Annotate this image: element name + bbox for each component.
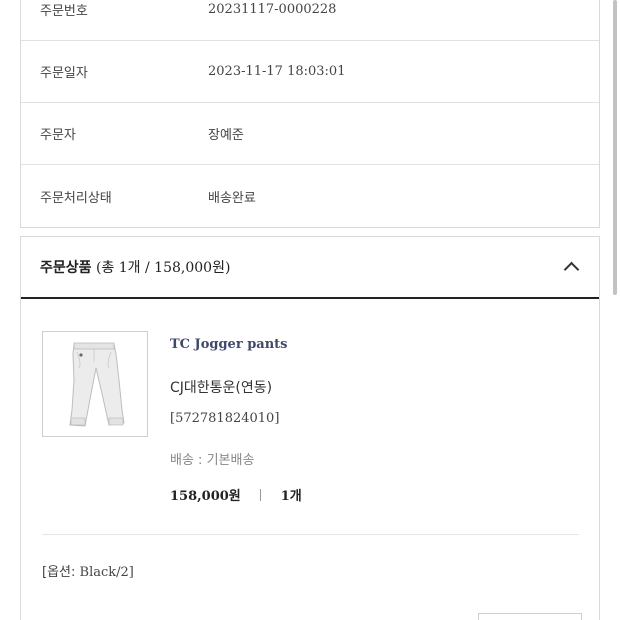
product-option: [옵션: Black/2] bbox=[42, 561, 134, 580]
option-value: Black/2] bbox=[79, 565, 134, 580]
tracking-number-link[interactable]: [572781824010] bbox=[170, 411, 279, 426]
order-status-row: 주문처리상태 배송완료 bbox=[21, 165, 599, 227]
ordered-products-header[interactable]: 주문상품 (총 1개 / 158,000원) bbox=[21, 237, 599, 299]
price-quantity-line: 158,000원 1개 bbox=[170, 485, 302, 504]
jogger-pants-image[interactable] bbox=[42, 331, 148, 437]
orderer-value: 장예준 bbox=[208, 128, 244, 143]
order-status-value: 배송완료 bbox=[208, 190, 256, 206]
order-info-table: 주문번호 20231117-0000228 주문일자 2023-11-17 18… bbox=[20, 0, 600, 228]
order-date-row: 주문일자 2023-11-17 18:03:01 bbox=[21, 41, 599, 103]
order-date-value: 2023-11-17 18:03:01 bbox=[208, 64, 346, 79]
product-name-link[interactable]: TC Jogger pants bbox=[170, 337, 287, 352]
item-divider bbox=[42, 534, 579, 535]
order-number-value: 20231117-0000228 bbox=[208, 2, 337, 17]
order-number-label: 주문번호 bbox=[40, 4, 88, 19]
orderer-label: 주문자 bbox=[40, 128, 76, 143]
price-separator bbox=[259, 488, 261, 501]
products-summary: (총 1개 / 158,000원) bbox=[95, 260, 231, 276]
ordered-products-section: 주문상품 (총 1개 / 158,000원) TC Jogger pants C… bbox=[20, 236, 600, 620]
order-date-label: 주문일자 bbox=[40, 66, 88, 81]
order-number-row: 주문번호 20231117-0000228 bbox=[21, 0, 599, 41]
item-action-button[interactable] bbox=[478, 613, 582, 620]
vertical-scrollbar[interactable] bbox=[613, 0, 617, 295]
orderer-row: 주문자 장예준 bbox=[21, 103, 599, 165]
option-label: [옵션: bbox=[42, 565, 76, 580]
product-quantity: 1개 bbox=[280, 489, 302, 504]
product-price: 158,000원 bbox=[170, 489, 241, 504]
shipping-method: 배송 : 기본배송 bbox=[170, 453, 255, 468]
products-title-label: 주문상품 bbox=[40, 260, 92, 276]
delivery-carrier: CJ대한통운(연동) bbox=[170, 380, 273, 396]
order-status-label: 주문처리상태 bbox=[40, 190, 112, 206]
chevron-up-icon[interactable] bbox=[562, 258, 580, 276]
ordered-products-title: 주문상품 (총 1개 / 158,000원) bbox=[40, 257, 230, 277]
